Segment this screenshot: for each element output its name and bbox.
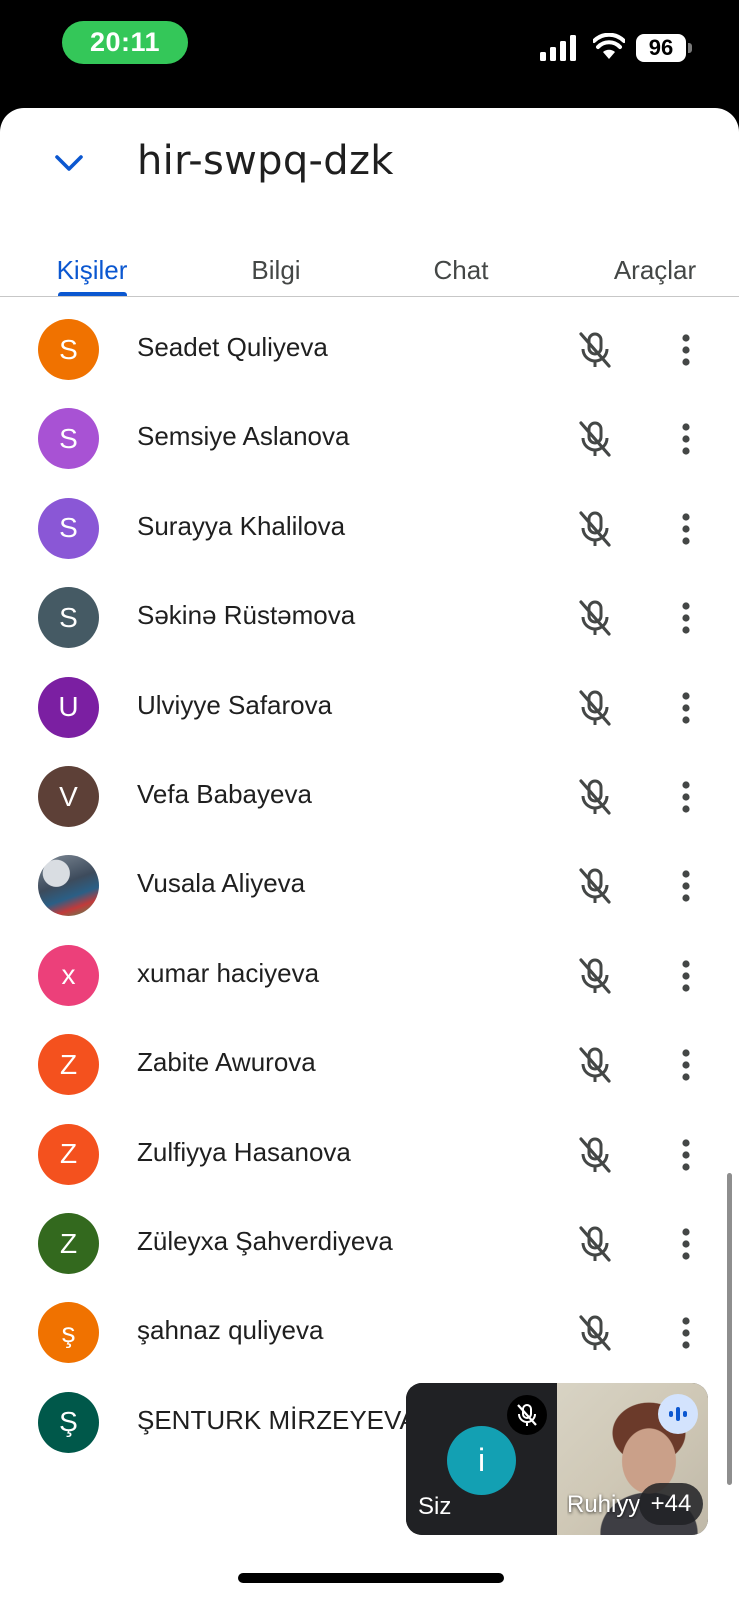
more-options-icon[interactable]	[671, 956, 701, 996]
wifi-icon	[593, 33, 625, 59]
participant-name: Zulfiyya Hasanova	[137, 1136, 351, 1167]
tab-bilgi[interactable]: Bilgi	[224, 238, 328, 302]
more-participants-count[interactable]: +44	[639, 1483, 703, 1525]
avatar: Z	[38, 1213, 99, 1274]
mic-off-icon	[576, 688, 614, 728]
self-label: Siz	[418, 1493, 452, 1520]
chevron-down-icon[interactable]	[52, 146, 86, 180]
speaking-indicator-icon	[658, 1394, 698, 1434]
participant-row[interactable]: ş şahnaz quliyeva	[0, 1287, 739, 1378]
more-options-icon[interactable]	[671, 598, 701, 638]
avatar: V	[38, 766, 99, 827]
audio-level-glyph	[669, 1407, 687, 1421]
tab-chat[interactable]: Chat	[406, 238, 516, 302]
battery-icon: 96	[636, 34, 686, 62]
more-options-icon[interactable]	[671, 777, 701, 817]
mic-off-icon	[576, 1045, 614, 1085]
avatar: U	[38, 676, 99, 738]
participant-name: Ulviyye Safarova	[137, 689, 333, 720]
avatar: S	[38, 587, 99, 649]
scrollbar[interactable]	[727, 1173, 732, 1485]
participant-name: Vefa Babayeva	[137, 779, 312, 809]
participant-row[interactable]: S Semsiye Aslanova	[0, 393, 739, 484]
participant-row[interactable]: Z Zulfiyya Hasanova	[0, 1109, 739, 1200]
mic-off-icon	[576, 1135, 614, 1175]
participant-row[interactable]: Z Züleyxa Şahverdiyeva	[0, 1198, 739, 1289]
more-options-icon[interactable]	[671, 330, 701, 370]
home-indicator[interactable]	[238, 1573, 504, 1583]
participant-row[interactable]: S Seadet Quliyeva	[0, 304, 739, 395]
participant-list: S Seadet Quliyeva S Semsiye Aslanova S Surayy…	[0, 298, 739, 1498]
picture-in-picture[interactable]: i Siz Ruhiyy +44	[406, 1383, 708, 1535]
avatar: Z	[38, 1123, 99, 1185]
participant-name: Səkinə Rüstəmova	[137, 600, 356, 631]
meeting-code: hir-swpq-dzk	[137, 138, 394, 184]
participant-name: Semsiye Aslanova	[137, 421, 350, 452]
avatar: x	[38, 944, 99, 1006]
remote-tile[interactable]: Ruhiyy +44	[557, 1383, 708, 1535]
participant-name: xumar haciyeva	[137, 957, 320, 988]
avatar: Ş	[38, 1391, 99, 1453]
avatar: S	[38, 497, 99, 559]
mic-off-icon	[576, 956, 614, 996]
participant-row[interactable]: U Ulviyye Safarova	[0, 662, 739, 753]
participant-row[interactable]: S Səkinə Rüstəmova	[0, 572, 739, 663]
mic-off-icon	[576, 330, 614, 370]
mic-off-icon	[576, 777, 614, 817]
battery-level: 96	[648, 35, 674, 60]
status-time: 20:11	[62, 21, 188, 64]
avatar: S	[38, 319, 99, 380]
mic-off-icon	[576, 419, 614, 459]
participant-name: ŞENTURK MİRZEYEVA	[137, 1404, 417, 1435]
participant-row[interactable]: Z Zabite Awurova	[0, 1019, 739, 1110]
tabs-divider	[0, 296, 739, 297]
participant-name: Surayya Khalilova	[137, 510, 346, 541]
more-options-icon[interactable]	[671, 688, 701, 728]
mic-off-icon	[576, 598, 614, 638]
participant-name: Züleyxa Şahverdiyeva	[137, 1226, 393, 1256]
participant-row[interactable]: V Vefa Babayeva	[0, 751, 739, 842]
mic-off-icon	[507, 1395, 547, 1435]
mic-off-icon	[576, 1313, 614, 1353]
meeting-panel: hir-swpq-dzk Kişiler Bilgi Chat Araçlar …	[0, 108, 739, 1600]
mic-off-icon	[576, 866, 614, 906]
participant-row[interactable]: S Surayya Khalilova	[0, 483, 739, 574]
mic-off-icon	[576, 509, 614, 549]
more-options-icon[interactable]	[671, 1045, 701, 1085]
more-options-icon[interactable]	[671, 1224, 701, 1264]
battery-tip	[688, 43, 692, 53]
more-options-icon[interactable]	[671, 1135, 701, 1175]
mic-off-icon	[576, 1224, 614, 1264]
participant-name: Zabite Awurova	[137, 1047, 316, 1078]
participant-name: Vusala Aliyeva	[137, 868, 306, 899]
participant-row[interactable]: Vusala Aliyeva	[0, 840, 739, 931]
self-mic-off-glyph	[517, 1404, 537, 1426]
tab-araclar[interactable]: Araçlar	[590, 238, 720, 302]
remote-participant-label: Ruhiyy	[567, 1491, 641, 1518]
status-bar: 20:11 96	[0, 0, 739, 108]
signal-icon	[540, 35, 576, 61]
panel-header: hir-swpq-dzk	[0, 108, 739, 218]
participant-name: şahnaz quliyeva	[137, 1315, 324, 1346]
more-options-icon[interactable]	[671, 866, 701, 906]
avatar	[38, 855, 99, 917]
avatar: Z	[38, 1034, 99, 1096]
avatar: S	[38, 408, 99, 470]
more-options-icon[interactable]	[671, 1313, 701, 1353]
participant-name: Seadet Quliyeva	[137, 332, 328, 362]
self-avatar: i	[447, 1426, 516, 1495]
more-options-icon[interactable]	[671, 509, 701, 549]
avatar: ş	[38, 1302, 99, 1364]
more-options-icon[interactable]	[671, 419, 701, 459]
self-tile[interactable]: i Siz	[406, 1383, 556, 1535]
participant-row[interactable]: x xumar haciyeva	[0, 930, 739, 1021]
